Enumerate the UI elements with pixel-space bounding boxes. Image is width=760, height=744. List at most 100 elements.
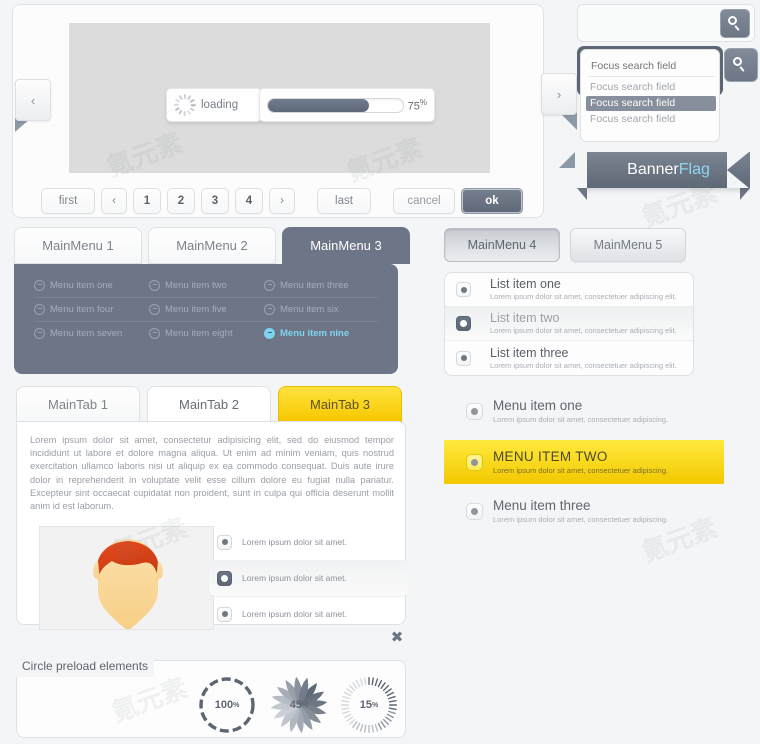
side-menu-row-subtitle: Lorem ipsum dolor sit amet, consectetuer… [493,514,669,524]
tab-maintab-2[interactable]: MainTab 2 [147,386,271,422]
list-item[interactable]: List item three Lorem ipsum dolor sit am… [445,341,693,375]
side-menu-row-title: Menu item one [493,397,583,413]
list-item-title: List item one [490,277,561,291]
avatar-container [39,526,214,630]
pagination-first-button[interactable]: first [41,188,95,214]
tab-maintab-3[interactable]: MainTab 3 [278,386,402,422]
side-menu-row-three[interactable]: Menu item three Lorem ipsum dolor sit am… [444,492,724,530]
pagination-last-button[interactable]: last [317,188,371,214]
radio-option-label: Lorem ipsum dolor sit amet. [242,573,347,583]
radio-option-1[interactable]: Lorem ipsum dolor sit amet. [209,524,409,560]
tab-mainmenu-2[interactable]: MainMenu 2 [148,227,276,264]
arrow-circle-icon [34,303,45,315]
menu-item-three[interactable]: Menu item three [264,279,379,291]
menu-item-five[interactable]: Menu item five [149,303,264,315]
banner-text-accent: Flag [678,161,710,178]
menu-item-label: Menu item three [280,279,349,291]
side-menu-buttons: MainMenu 4 MainMenu 5 [444,228,734,262]
menu-item-six[interactable]: Menu item six [264,303,379,315]
list-items-panel: List item one Lorem ipsum dolor sit amet… [444,272,694,376]
pagination-page-2[interactable]: 2 [167,188,195,214]
progress-value-label: 75% [407,97,427,113]
menu-item-label: Menu item six [280,303,339,315]
radio-icon[interactable] [217,606,232,622]
menu-item-label: Menu item two [165,279,227,291]
progress-bar-fill [268,98,369,112]
list-item-title: List item two [490,311,560,325]
menu-item-two[interactable]: Menu item two [149,279,264,291]
main-tab-panel: Lorem ipsum dolor sit amet, consectetur … [16,421,409,630]
cancel-button[interactable]: cancel [393,188,455,214]
suggestion-item-1[interactable]: Focus search field [586,80,716,95]
menu-item-eight[interactable]: Menu item eight [149,327,264,339]
arrow-circle-icon [264,279,275,291]
side-menu-row-subtitle: Lorem ipsum dolor sit amet, consectetuer… [493,465,669,475]
search-submit-button[interactable] [720,9,750,38]
circle-preloader-15: 15% [339,675,399,735]
carousel-panel: ‹ › loading 75% first ‹ 1 2 3 4 › last c… [12,4,577,218]
radio-option-3[interactable]: Lorem ipsum dolor sit amet. [209,596,409,632]
arrow-circle-icon [264,303,275,315]
radio-icon-selected[interactable] [456,316,471,331]
pagination-page-4[interactable]: 4 [235,188,263,214]
loading-widget: loading [166,88,262,122]
menu-item-seven[interactable]: Menu item seven [34,327,149,339]
tab-maintab-1[interactable]: MainTab 1 [16,386,140,422]
side-menu-row-title: MENU ITEM TWO [493,448,608,464]
search-icon [732,56,750,74]
search-field-simple[interactable] [577,4,755,42]
menu-item-label: Menu item nine [280,327,350,339]
button-mainmenu-4[interactable]: MainMenu 4 [444,228,560,262]
search-input[interactable] [584,10,713,38]
pagination-page-3[interactable]: 3 [201,188,229,214]
tab-mainmenu-3[interactable]: MainMenu 3 [282,227,410,264]
focus-search-submit-button[interactable] [724,48,758,82]
menu-item-label: Menu item eight [165,327,233,339]
radio-option-label: Lorem ipsum dolor sit amet. [242,609,347,619]
arrow-circle-icon [149,303,160,315]
radio-option-label: Lorem ipsum dolor sit amet. [242,537,347,547]
radio-icon[interactable] [456,350,471,366]
radio-icon[interactable] [217,534,232,550]
banner-notch [727,152,749,188]
radio-icon[interactable] [466,402,483,420]
button-mainmenu-5[interactable]: MainMenu 5 [570,228,686,262]
carousel-next-button[interactable]: › [541,73,577,115]
pagination-prev-button[interactable]: ‹ [101,188,127,214]
side-menu-row-two[interactable]: MENU ITEM TWO Lorem ipsum dolor sit amet… [444,440,724,484]
next-arrow-shadow-bottom [559,152,575,168]
radio-icon[interactable] [456,282,471,297]
ok-button[interactable]: ok [461,188,523,214]
radio-icon-selected[interactable] [217,570,232,586]
list-item[interactable]: List item two Lorem ipsum dolor sit amet… [445,307,693,341]
main-menu-panel: Menu item one Menu item two Menu item th… [14,264,398,374]
radio-icon[interactable] [466,502,483,520]
search-icon [727,16,743,31]
list-item[interactable]: List item one Lorem ipsum dolor sit amet… [445,273,693,307]
menu-item-four[interactable]: Menu item four [34,303,149,315]
tab-mainmenu-1[interactable]: MainMenu 1 [14,227,142,264]
suggestion-item-3[interactable]: Focus search field [586,112,716,127]
menu-row: Menu item one Menu item two Menu item th… [34,273,379,298]
pagination-next-button[interactable]: › [269,188,295,214]
menu-item-one[interactable]: Menu item one [34,279,149,291]
list-item-subtitle: Lorem ipsum dolor sit amet, consectetuer… [490,360,677,370]
radio-icon[interactable] [466,453,483,471]
menu-item-label: Menu item five [165,303,227,315]
chevron-left-icon: ‹ [30,92,36,108]
menu-item-nine[interactable]: Menu item nine [264,327,379,339]
close-icon[interactable]: ✖ [389,630,405,646]
spinner-icon [173,94,196,116]
carousel-prev-button[interactable]: ‹ [15,79,51,121]
focus-search-input[interactable] [589,56,715,77]
banner-text-primary: Banner [627,161,679,178]
suggestion-item-2[interactable]: Focus search field [586,96,716,111]
radio-option-2[interactable]: Lorem ipsum dolor sit amet. [209,560,409,596]
pagination-page-1[interactable]: 1 [133,188,161,214]
side-menu-row-title: Menu item three [493,497,591,513]
side-menu-rows: Menu item one Lorem ipsum dolor sit amet… [444,392,734,532]
progress-bar-track[interactable] [267,97,404,113]
side-menu-row-one[interactable]: Menu item one Lorem ipsum dolor sit amet… [444,392,724,430]
main-tab-bar: MainTab 1 MainTab 2 MainTab 3 [16,386,406,422]
list-item-title: List item three [490,345,569,360]
